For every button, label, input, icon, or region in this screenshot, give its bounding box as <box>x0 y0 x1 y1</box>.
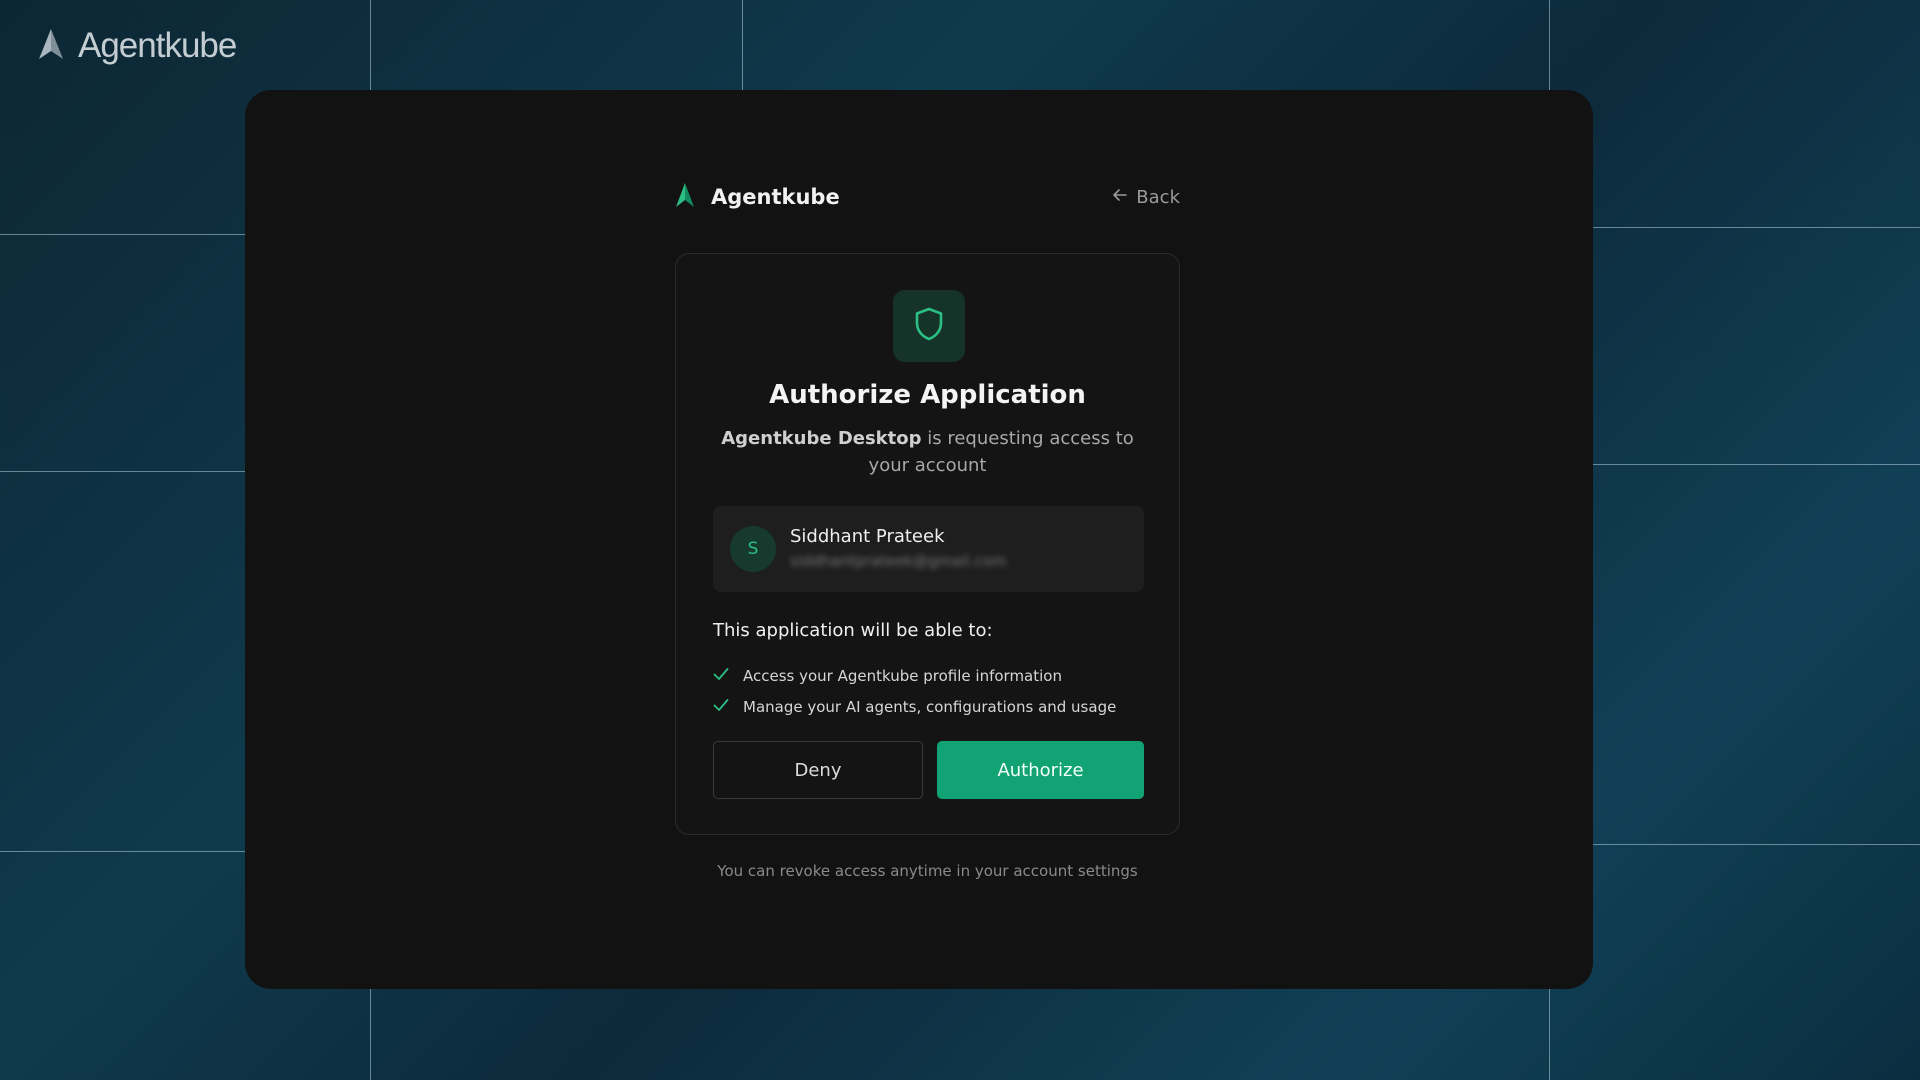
background-tile <box>1549 844 1920 1080</box>
background-tile <box>1549 227 1920 465</box>
permission-item: Manage your AI agents, configurations an… <box>713 691 1116 722</box>
arrow-left-icon <box>1112 187 1128 208</box>
background-tile <box>742 0 1550 103</box>
deny-button[interactable]: Deny <box>713 741 923 799</box>
page-title: Authorize Application <box>769 380 1086 410</box>
back-label: Back <box>1136 186 1180 208</box>
agentkube-logo-icon <box>38 28 64 64</box>
corner-brand-name: Agentkube <box>78 26 237 65</box>
background-tile <box>1549 0 1920 228</box>
permissions-title: This application will be able to: <box>713 620 993 641</box>
account-box: S Siddhant Prateek siddhantprateek@gmail… <box>713 506 1144 592</box>
permission-text: Manage your AI agents, configurations an… <box>743 697 1117 716</box>
check-icon <box>713 698 729 716</box>
shield-icon-box <box>893 290 965 362</box>
header-brand: Agentkube <box>675 182 840 212</box>
header-brand-name: Agentkube <box>711 185 840 209</box>
background-tile <box>1549 464 1920 845</box>
back-button[interactable]: Back <box>1112 187 1180 208</box>
corner-logo: Agentkube <box>38 26 237 66</box>
permissions-list: Access your Agentkube profile informatio… <box>713 660 1116 722</box>
requesting-app-name: Agentkube Desktop <box>721 428 922 449</box>
modal-header: Agentkube Back <box>675 177 1180 217</box>
agentkube-logo-icon <box>675 182 695 212</box>
request-description: Agentkube Desktop is requesting access t… <box>716 425 1139 479</box>
avatar: S <box>730 526 776 572</box>
permission-text: Access your Agentkube profile informatio… <box>743 666 1062 685</box>
shield-icon <box>914 307 944 345</box>
account-name: Siddhant Prateek <box>790 526 945 547</box>
account-email: siddhantprateek@gmail.com <box>790 552 1007 570</box>
check-icon <box>713 667 729 685</box>
authorize-button[interactable]: Authorize <box>937 741 1144 799</box>
permission-item: Access your Agentkube profile informatio… <box>713 660 1116 691</box>
authorize-card: Authorize Application Agentkube Desktop … <box>675 253 1180 835</box>
background-tile <box>370 0 743 103</box>
revoke-access-note: You can revoke access anytime in your ac… <box>717 862 1138 880</box>
